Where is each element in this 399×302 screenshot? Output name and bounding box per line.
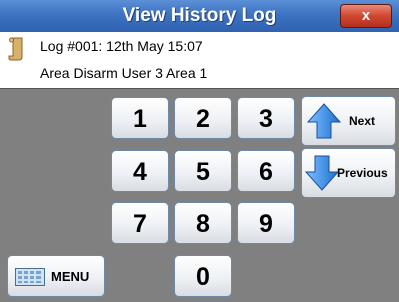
menu-button[interactable]: MENU <box>7 255 105 297</box>
arrow-down-icon <box>305 155 339 191</box>
log-header-text: Log #001: 12th May 15:07 <box>40 38 203 54</box>
close-button[interactable]: x <box>340 4 392 28</box>
key-7[interactable]: 7 <box>111 202 169 244</box>
scroll-icon <box>8 37 23 61</box>
previous-label: Previous <box>337 166 388 180</box>
key-6[interactable]: 6 <box>237 150 295 192</box>
key-9[interactable]: 9 <box>237 202 295 244</box>
arrow-up-icon <box>307 103 341 139</box>
key-0[interactable]: 0 <box>174 255 232 297</box>
next-button[interactable]: Next <box>301 96 396 146</box>
key-5[interactable]: 5 <box>174 150 232 192</box>
key-1[interactable]: 1 <box>111 97 169 139</box>
previous-button[interactable]: Previous <box>301 148 396 198</box>
key-4[interactable]: 4 <box>111 150 169 192</box>
title-bar: View History Log x <box>0 0 399 32</box>
next-label: Next <box>349 114 376 128</box>
log-entry-panel: Log #001: 12th May 15:07 Area Disarm Use… <box>0 32 399 89</box>
menu-label: MENU <box>51 269 90 284</box>
close-icon: x <box>361 7 371 24</box>
key-2[interactable]: 2 <box>174 97 232 139</box>
key-8[interactable]: 8 <box>174 202 232 244</box>
key-3[interactable]: 3 <box>237 97 295 139</box>
log-detail-text: Area Disarm User 3 Area 1 <box>40 65 208 81</box>
keypad-grid-icon <box>15 268 45 286</box>
